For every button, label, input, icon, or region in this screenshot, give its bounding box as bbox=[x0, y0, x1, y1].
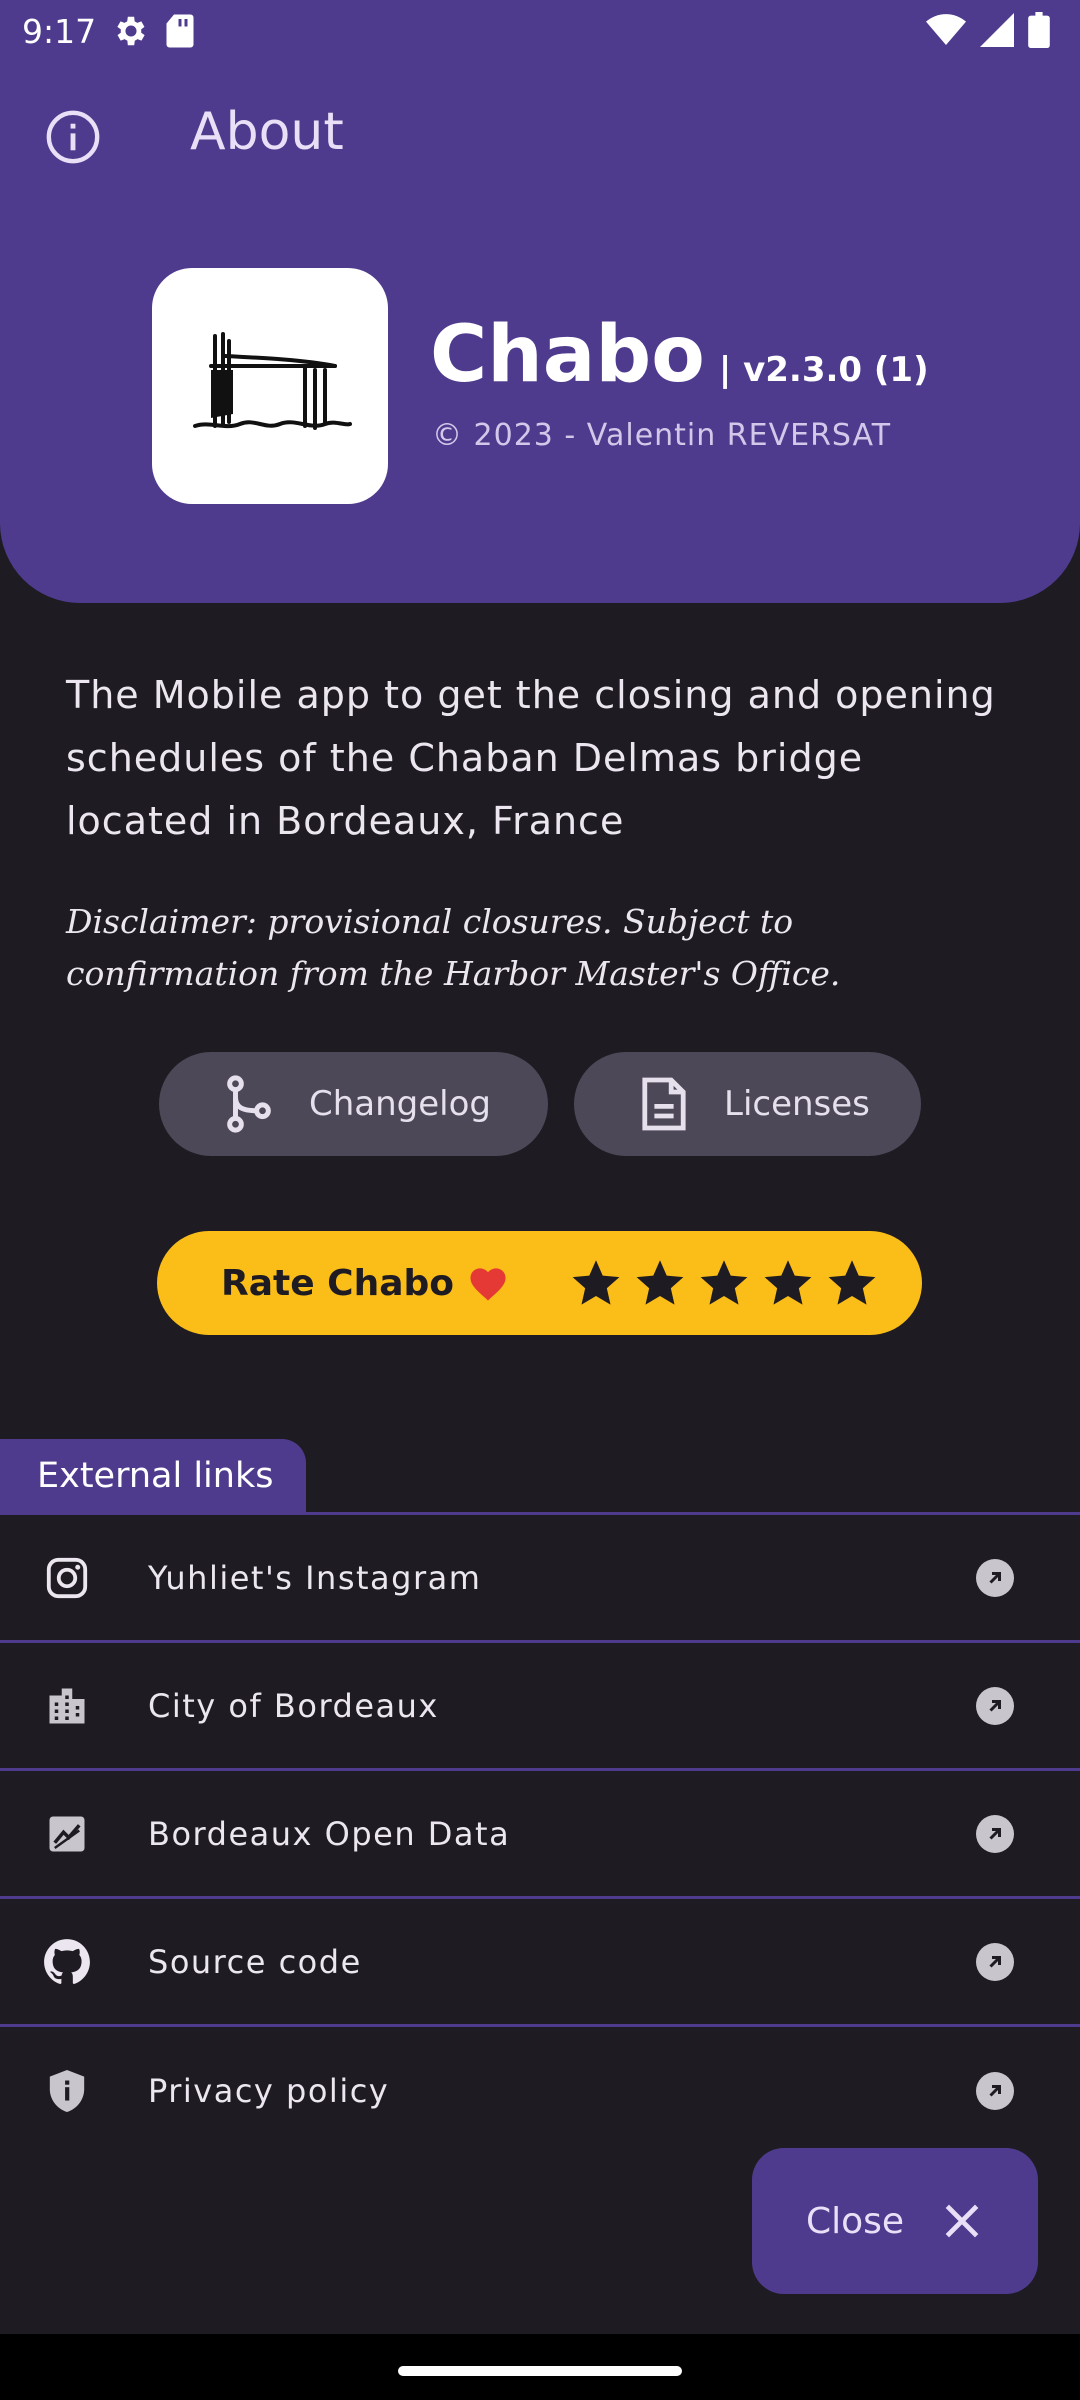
link-label: Yuhliet's Instagram bbox=[148, 1558, 482, 1597]
external-links-list: Yuhliet's Instagram City of Bordeaux Bor… bbox=[0, 1515, 1080, 2155]
chart-icon bbox=[42, 1809, 92, 1859]
shield-icon bbox=[42, 2066, 92, 2116]
rate-app-button[interactable]: Rate Chabo bbox=[157, 1231, 922, 1335]
open-external-icon bbox=[976, 1814, 1014, 1853]
sd-card-icon bbox=[166, 14, 194, 48]
open-external-icon bbox=[976, 2072, 1014, 2110]
changelog-label: Changelog bbox=[309, 1084, 492, 1124]
info-icon[interactable] bbox=[44, 108, 102, 166]
document-icon bbox=[634, 1074, 694, 1134]
open-external-icon bbox=[976, 1558, 1014, 1597]
star-icon[interactable] bbox=[698, 1257, 750, 1309]
navigation-bar bbox=[0, 2334, 1080, 2400]
status-left-icons bbox=[112, 12, 196, 50]
city-icon bbox=[42, 1681, 92, 1731]
link-label: Privacy policy bbox=[148, 2072, 390, 2110]
open-external-icon bbox=[976, 1686, 1014, 1725]
page-title: About bbox=[190, 102, 344, 162]
star-icon[interactable] bbox=[826, 1257, 878, 1309]
licenses-label: Licenses bbox=[724, 1084, 870, 1124]
battery-icon bbox=[1028, 12, 1050, 48]
link-label: City of Bordeaux bbox=[148, 1686, 439, 1725]
link-instagram[interactable]: Yuhliet's Instagram bbox=[0, 1515, 1080, 1643]
licenses-button[interactable]: Licenses bbox=[574, 1052, 921, 1156]
instagram-icon bbox=[42, 1553, 92, 1603]
star-icon[interactable] bbox=[762, 1257, 814, 1309]
github-icon bbox=[42, 1937, 92, 1987]
open-external-icon bbox=[976, 1942, 1014, 1981]
settings-icon bbox=[117, 16, 145, 46]
link-label: Source code bbox=[148, 1942, 362, 1981]
app-description: The Mobile app to get the closing and op… bbox=[66, 673, 996, 843]
external-links-header: External links bbox=[0, 1439, 306, 1513]
copyright-text: © 2023 - Valentin REVERSAT bbox=[432, 418, 892, 453]
close-label: Close bbox=[806, 2200, 905, 2242]
home-gesture-handle[interactable] bbox=[398, 2366, 682, 2376]
close-button[interactable]: Close bbox=[752, 2148, 1038, 2294]
status-time: 9:17 bbox=[22, 11, 97, 51]
rating-stars bbox=[570, 1257, 878, 1309]
disclaimer-text: Disclaimer: provisional closures. Subjec… bbox=[66, 902, 841, 993]
app-name-row: Chabo | v2.3.0 (1) bbox=[430, 310, 929, 400]
star-icon[interactable] bbox=[634, 1257, 686, 1309]
link-source-code[interactable]: Source code bbox=[0, 1899, 1080, 2027]
signal-icon bbox=[980, 13, 1014, 47]
status-right-icons bbox=[926, 12, 1050, 48]
status-bar: 9:17 bbox=[0, 0, 1080, 62]
link-city-bordeaux[interactable]: City of Bordeaux bbox=[0, 1643, 1080, 1771]
app-logo bbox=[152, 268, 388, 504]
link-open-data[interactable]: Bordeaux Open Data bbox=[0, 1771, 1080, 1899]
rate-label: Rate Chabo bbox=[221, 1262, 455, 1304]
heart-icon bbox=[470, 1268, 506, 1301]
app-version: | v2.3.0 (1) bbox=[718, 350, 929, 390]
link-label: Bordeaux Open Data bbox=[148, 1814, 511, 1853]
bridge-logo bbox=[193, 332, 352, 430]
close-icon bbox=[945, 2204, 979, 2238]
app-bar: About bbox=[0, 62, 1080, 212]
app-name: Chabo bbox=[430, 310, 705, 400]
wifi-icon bbox=[926, 14, 966, 45]
branch-icon bbox=[219, 1074, 279, 1134]
changelog-button[interactable]: Changelog bbox=[159, 1052, 548, 1156]
link-privacy-policy[interactable]: Privacy policy bbox=[0, 2027, 1080, 2155]
star-icon[interactable] bbox=[570, 1257, 622, 1309]
